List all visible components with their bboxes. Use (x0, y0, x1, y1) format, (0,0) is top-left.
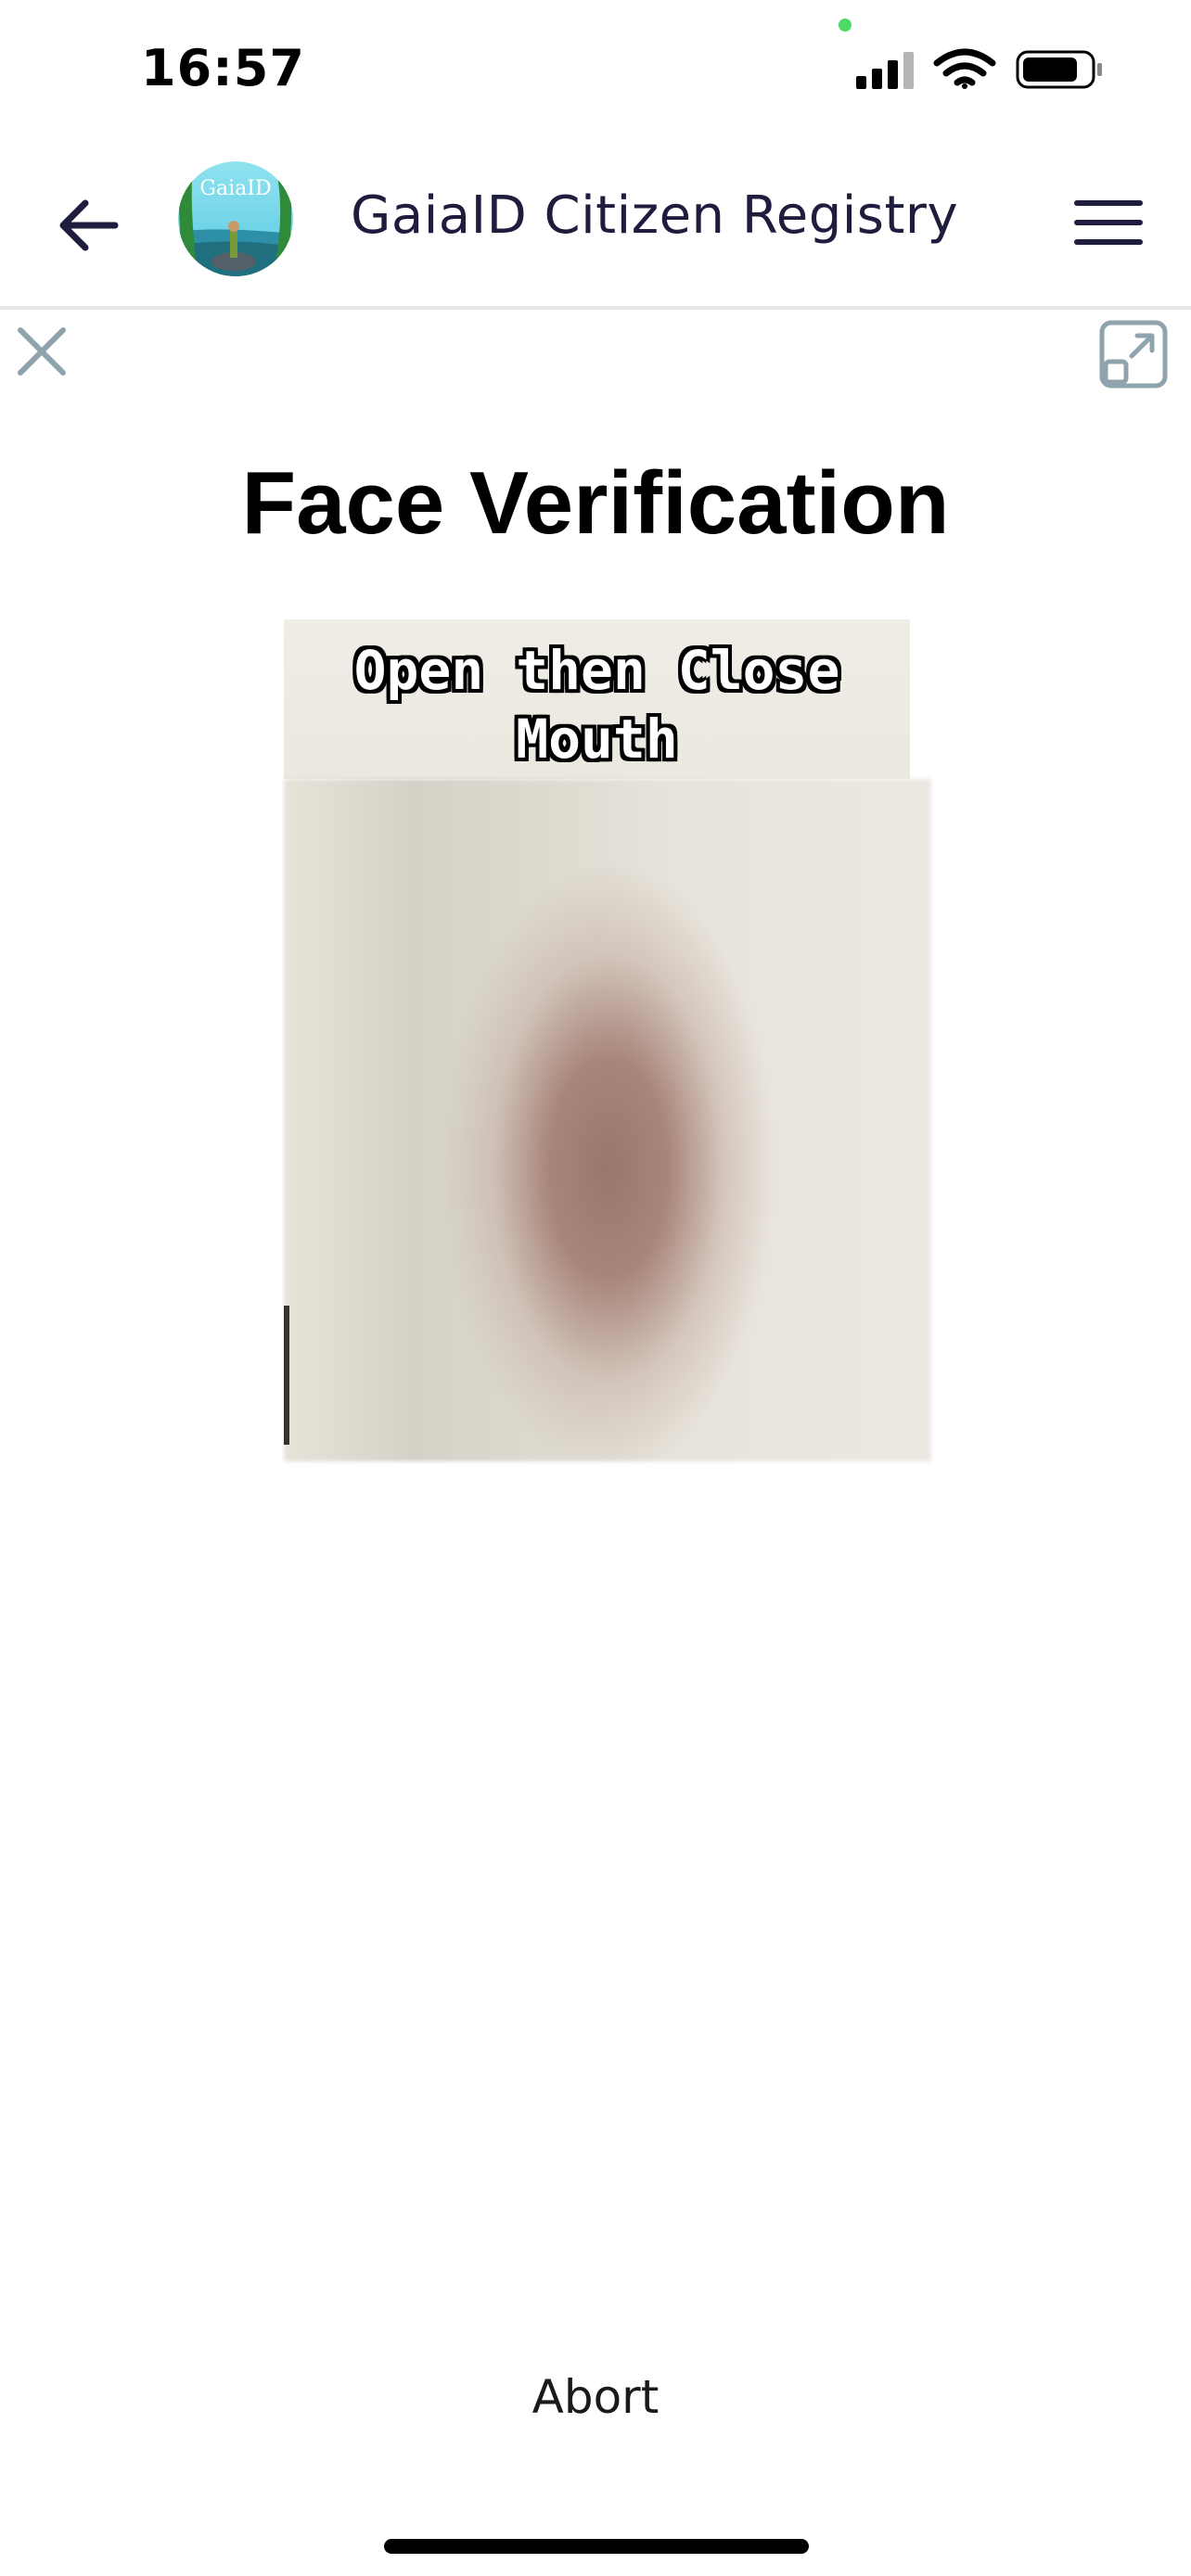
page-title: Face Verification (241, 453, 950, 553)
close-button[interactable] (11, 321, 72, 382)
open-external-icon (1099, 320, 1168, 389)
home-indicator[interactable] (384, 2539, 809, 2554)
privacy-indicator-dot (839, 19, 852, 32)
camera-edge (284, 1306, 289, 1445)
instruction-line-2: Mouth (516, 708, 678, 771)
status-time: 16:57 (141, 39, 305, 97)
arrow-left-icon (59, 199, 119, 251)
logo-text: GaiaID (199, 177, 271, 200)
open-external-button[interactable] (1098, 319, 1169, 389)
back-button[interactable] (46, 184, 130, 267)
app-logo: GaiaID (178, 161, 293, 276)
status-bar: 16:57 (0, 0, 1191, 139)
cellular-signal-icon (856, 52, 914, 89)
status-icons (853, 48, 1104, 91)
app-header: GaiaID GaiaID Citizen Registry (0, 148, 1191, 310)
abort-button[interactable]: Abort (456, 2355, 735, 2439)
camera-feed (284, 779, 931, 1461)
app-title: GaiaID Citizen Registry (351, 185, 959, 246)
menu-button[interactable] (1067, 185, 1150, 260)
close-icon (18, 327, 66, 376)
wifi-icon (933, 48, 996, 89)
camera-view: Open then Close Mouth (284, 619, 931, 1461)
hamburger-menu-icon (1074, 200, 1143, 245)
camera-instruction: Open then Close Mouth (284, 636, 910, 773)
instruction-line-1: Open then Close (353, 639, 840, 702)
battery-icon (1016, 50, 1102, 89)
